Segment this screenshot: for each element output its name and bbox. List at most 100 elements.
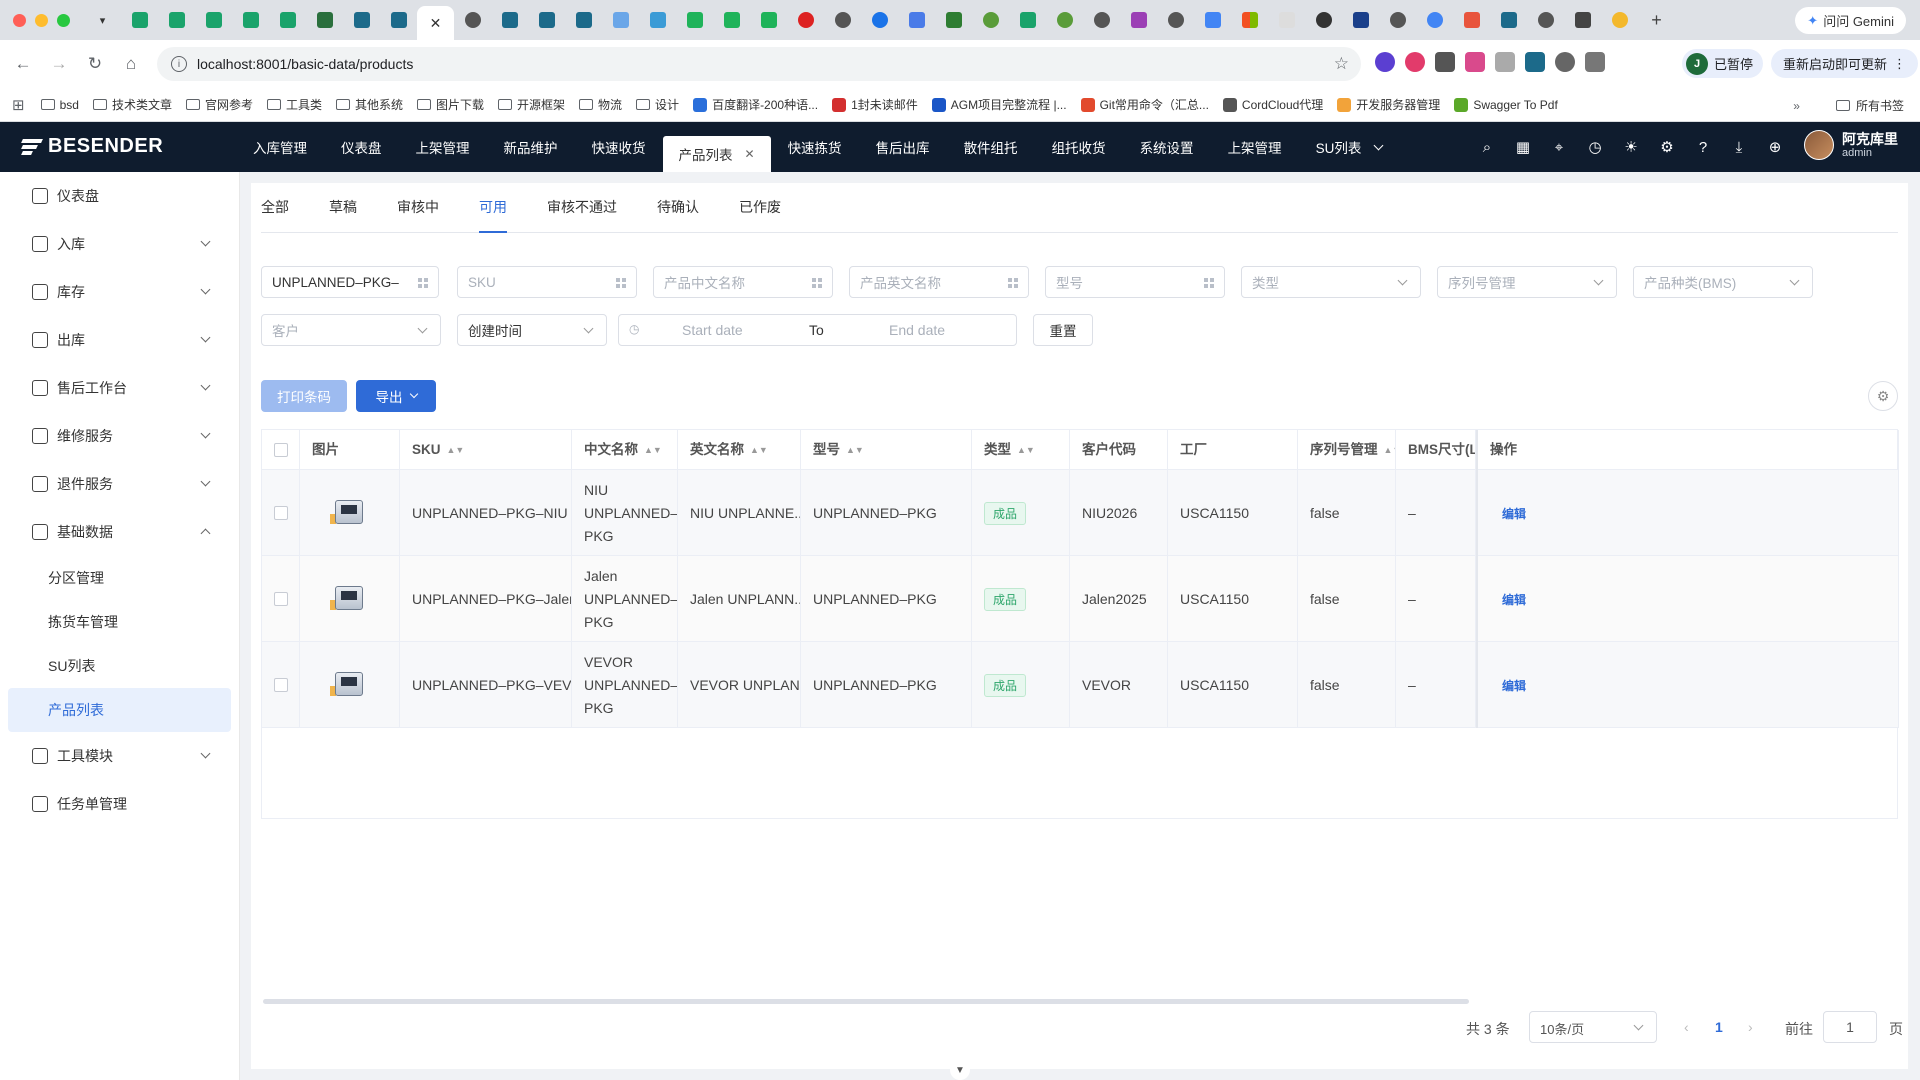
sidebar-subitem[interactable]: SU列表 bbox=[0, 644, 239, 688]
bookmark-item[interactable]: 开发服务器管理 bbox=[1337, 96, 1440, 113]
brand-logo[interactable]: BESENDER bbox=[21, 135, 163, 158]
sidebar-subitem[interactable]: 拣货车管理 bbox=[0, 600, 239, 644]
page-size-select[interactable]: 10条/页 bbox=[1529, 1011, 1657, 1043]
browser-tab[interactable] bbox=[1305, 5, 1342, 35]
browser-tab[interactable] bbox=[380, 5, 417, 35]
sort-icon[interactable]: ▲▼ bbox=[447, 430, 465, 470]
model-input[interactable]: 型号 bbox=[1045, 266, 1225, 298]
close-tab-icon[interactable]: ✕ bbox=[430, 15, 442, 32]
browser-tab[interactable] bbox=[1527, 5, 1564, 35]
bookmark-item[interactable]: 开源框架 bbox=[498, 96, 565, 113]
user-menu[interactable]: 阿克库里 admin bbox=[1804, 130, 1898, 160]
zoom-window-button[interactable] bbox=[57, 13, 70, 27]
nav-item-5[interactable]: 快速收货 bbox=[575, 122, 663, 172]
bookmark-item[interactable]: 工具类 bbox=[266, 96, 322, 113]
row-checkbox[interactable] bbox=[274, 678, 288, 692]
browser-tab[interactable] bbox=[1231, 5, 1268, 35]
sidebar-item[interactable]: 任务单管理 bbox=[0, 780, 239, 828]
nav-item-4[interactable]: 新品维护 bbox=[487, 122, 575, 172]
edit-link[interactable]: 编辑 bbox=[1502, 591, 1526, 608]
browser-tab[interactable] bbox=[824, 5, 861, 35]
sidebar-item[interactable]: 入库 bbox=[0, 220, 239, 268]
prev-page-icon[interactable]: ‹ bbox=[1684, 1019, 1689, 1035]
sort-icon[interactable]: ▲▼ bbox=[1017, 430, 1035, 470]
status-tab[interactable]: 草稿 bbox=[329, 183, 357, 233]
nav-item-2[interactable]: 仪表盘 bbox=[324, 122, 399, 172]
bookmark-item[interactable]: Swagger To Pdf bbox=[1454, 97, 1558, 112]
status-tab[interactable]: 待确认 bbox=[657, 183, 699, 233]
bookmark-item[interactable]: 1封未读邮件 bbox=[832, 96, 918, 113]
add-circle-icon[interactable]: ⊕ bbox=[1764, 136, 1786, 158]
browser-tab[interactable] bbox=[1342, 5, 1379, 35]
status-tab[interactable]: 审核不通过 bbox=[547, 183, 617, 233]
sidebar-item[interactable]: 库存 bbox=[0, 268, 239, 316]
browser-tab[interactable] bbox=[972, 5, 1009, 35]
collapse-toggle-icon[interactable]: ▼ bbox=[950, 1060, 970, 1080]
browser-tab[interactable] bbox=[121, 5, 158, 35]
browser-tab[interactable] bbox=[750, 5, 787, 35]
extension-icon[interactable] bbox=[1495, 52, 1515, 72]
back-icon[interactable]: ← bbox=[10, 51, 36, 77]
sidebar-item[interactable]: 基础数据 bbox=[0, 508, 239, 556]
overflow-chevron-icon[interactable]: » bbox=[1793, 99, 1800, 113]
browser-tab[interactable] bbox=[1046, 5, 1083, 35]
print-barcode-button[interactable]: 打印条码 bbox=[261, 380, 347, 412]
extension-icon[interactable] bbox=[1435, 52, 1455, 72]
help-icon[interactable]: ? bbox=[1692, 136, 1714, 158]
status-tab[interactable]: 审核中 bbox=[397, 183, 439, 233]
browser-tab[interactable] bbox=[787, 5, 824, 35]
sku-input[interactable]: SKU bbox=[457, 266, 637, 298]
clock-icon[interactable]: ◷ bbox=[1584, 136, 1606, 158]
customer-select[interactable]: 客户 bbox=[261, 314, 441, 346]
browser-tab[interactable] bbox=[195, 5, 232, 35]
goto-page-input[interactable]: 1 bbox=[1823, 1011, 1877, 1043]
search-icon[interactable]: ⌕ bbox=[1476, 136, 1498, 158]
extension-icon[interactable] bbox=[1465, 52, 1485, 72]
relaunch-button[interactable]: 重新启动即可更新 ⋮ bbox=[1771, 49, 1919, 78]
row-checkbox[interactable] bbox=[274, 592, 288, 606]
browser-tab[interactable] bbox=[602, 5, 639, 35]
nav-item-13[interactable]: SU列表 bbox=[1299, 122, 1400, 172]
browser-tab[interactable] bbox=[935, 5, 972, 35]
product-thumbnail[interactable] bbox=[330, 582, 368, 616]
product-thumbnail[interactable] bbox=[330, 496, 368, 530]
apps-grid-icon[interactable]: ⊞ bbox=[12, 96, 25, 114]
reset-button[interactable]: 重置 bbox=[1033, 314, 1093, 346]
sidebar-subitem[interactable]: 分区管理 bbox=[0, 556, 239, 600]
cell-action[interactable]: 编辑 bbox=[1476, 556, 1899, 642]
bookmark-item[interactable]: 图片下载 bbox=[417, 96, 484, 113]
all-bookmarks[interactable]: » 所有书签 bbox=[1793, 97, 1904, 114]
cell-action[interactable]: 编辑 bbox=[1476, 470, 1899, 556]
reload-icon[interactable]: ↻ bbox=[82, 51, 108, 77]
nav-item-1[interactable]: 入库管理 bbox=[236, 122, 324, 172]
bookmark-item[interactable]: 技术类文章 bbox=[92, 96, 172, 113]
browser-tab[interactable] bbox=[639, 5, 676, 35]
browser-tab[interactable] bbox=[1194, 5, 1231, 35]
sort-icon[interactable]: ▲▼ bbox=[644, 430, 662, 470]
sidebar-item[interactable]: 仪表盘 bbox=[0, 172, 239, 220]
created-time-select[interactable]: 创建时间 bbox=[457, 314, 607, 346]
browser-tab[interactable] bbox=[306, 5, 343, 35]
nav-item-6[interactable]: 产品列表 ✕ bbox=[662, 136, 771, 172]
browser-tab[interactable] bbox=[861, 5, 898, 35]
browser-tab[interactable] bbox=[1157, 5, 1194, 35]
browser-tab[interactable] bbox=[713, 5, 750, 35]
sidebar-item[interactable]: 出库 bbox=[0, 316, 239, 364]
column-header[interactable]: 类型 ▲▼ bbox=[972, 430, 1070, 470]
browser-tab[interactable] bbox=[898, 5, 935, 35]
browser-tab-active[interactable]: ✕ bbox=[417, 6, 454, 40]
browser-tab[interactable] bbox=[158, 5, 195, 35]
nav-item-7[interactable]: 快速拣货 bbox=[771, 122, 859, 172]
end-date-input[interactable]: End date bbox=[889, 322, 945, 338]
site-info-icon[interactable]: i bbox=[171, 56, 187, 72]
browser-tab[interactable] bbox=[1564, 5, 1601, 35]
browser-tab[interactable] bbox=[1120, 5, 1157, 35]
nav-item-11[interactable]: 系统设置 bbox=[1123, 122, 1211, 172]
chevron-down-icon[interactable] bbox=[1373, 140, 1384, 150]
browser-tab[interactable] bbox=[1490, 5, 1527, 35]
sidebar-subitem[interactable]: 产品列表 bbox=[8, 688, 231, 732]
browser-tab[interactable] bbox=[343, 5, 380, 35]
gear-icon[interactable]: ⚙ bbox=[1656, 136, 1678, 158]
extension-icon[interactable] bbox=[1405, 52, 1425, 72]
bookmark-item[interactable]: Git常用命令（汇总... bbox=[1080, 96, 1209, 113]
